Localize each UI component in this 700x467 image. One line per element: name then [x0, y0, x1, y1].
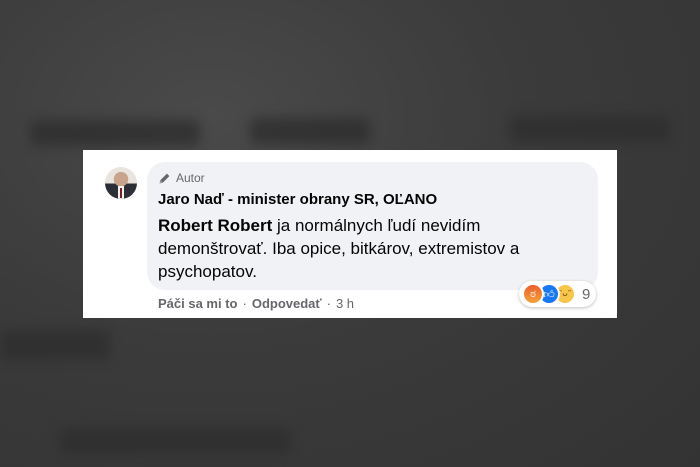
author-badge-label: Autor	[176, 171, 205, 185]
pencil-icon	[159, 173, 170, 183]
separator: ·	[242, 296, 247, 311]
angry-icon: ಠ	[522, 283, 544, 305]
reaction-count: 9	[582, 285, 591, 303]
blurred-text-block	[250, 118, 370, 144]
timestamp[interactable]: 3 h	[336, 296, 354, 311]
avatar[interactable]	[105, 167, 137, 199]
blurred-text-block	[510, 116, 670, 142]
comment-bubble: Autor Jaro Naď - minister obrany SR, OĽA…	[147, 162, 598, 290]
reply-action[interactable]: Odpovedať	[252, 296, 322, 311]
comment-actions: Páči sa mi to · Odpovedať · 3 h	[158, 296, 354, 311]
like-action[interactable]: Páči sa mi to	[158, 296, 237, 311]
separator: ·	[326, 296, 331, 311]
comment-text: Robert Robert ja normálnych ľudí nevidím…	[158, 214, 588, 283]
author-badge: Autor	[158, 171, 205, 185]
blurred-text-block	[30, 120, 200, 146]
reactions-summary[interactable]: ಠ 👍︎ ᵔᴗᵔ 9	[519, 281, 597, 307]
avatar-tie	[120, 188, 122, 198]
mention-link[interactable]: Robert Robert	[158, 216, 272, 235]
blurred-text-block	[0, 330, 110, 360]
comment-card: Autor Jaro Naď - minister obrany SR, OĽA…	[83, 150, 617, 318]
blurred-text-block	[60, 428, 290, 454]
author-name[interactable]: Jaro Naď - minister obrany SR, OĽANO	[158, 191, 437, 208]
